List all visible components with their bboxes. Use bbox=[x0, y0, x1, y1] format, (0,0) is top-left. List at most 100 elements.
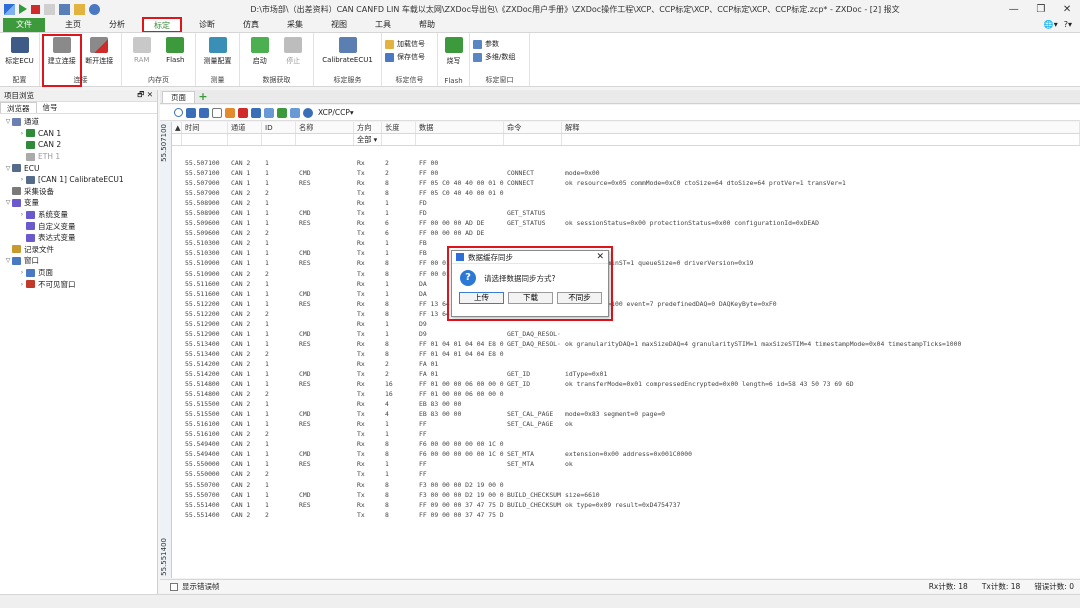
parameter-button[interactable]: 参数 bbox=[473, 39, 515, 49]
table-row[interactable]: 55.509600 CAN 1 1 RES Rx 6 FF 00 00 00 AD DE GE… bbox=[172, 218, 1080, 228]
filter-name[interactable] bbox=[296, 134, 354, 145]
tree-node[interactable]: ETH 1 bbox=[0, 151, 157, 163]
table-row[interactable]: 55.507100 CAN 2 1 Rx 2 FF 00 bbox=[172, 158, 1080, 168]
table-row[interactable]: 55.509600 CAN 2 2 Tx 6 FF 00 00 00 AD DE bbox=[172, 228, 1080, 238]
header-explanation[interactable]: 解释 bbox=[562, 122, 1080, 133]
table-row[interactable]: 55.516100 CAN 1 1 RES Rx 1 FF SET_CAL_PAGE ok bbox=[172, 419, 1080, 429]
tree-node[interactable]: ▽ 变量 bbox=[0, 197, 157, 209]
table-row[interactable]: 55.551400 CAN 1 1 RES Rx 8 FF 09 00 00 37 47 7… bbox=[172, 500, 1080, 510]
filter-explanation[interactable] bbox=[562, 134, 1080, 145]
expand-chevron-icon[interactable]: ▽ bbox=[4, 165, 12, 172]
list-icon[interactable] bbox=[264, 107, 274, 118]
expand-chevron-icon[interactable]: › bbox=[18, 211, 26, 218]
tab-calibration[interactable]: 标定 bbox=[142, 17, 182, 33]
tab-file[interactable]: 文件 bbox=[3, 18, 45, 32]
tree-node[interactable]: ▽ 通道 bbox=[0, 116, 157, 128]
filter-channel[interactable] bbox=[228, 134, 262, 145]
filter-time[interactable] bbox=[182, 134, 228, 145]
language-button[interactable]: 🌐▾ bbox=[1044, 20, 1058, 29]
table-row[interactable]: 55.550700 CAN 1 1 CMD Tx 8 F3 00 00 00 D2 19 0… bbox=[172, 490, 1080, 500]
close-button[interactable]: ✕ bbox=[1063, 4, 1071, 15]
tree-node[interactable]: 采集设备 bbox=[0, 186, 157, 198]
help-button[interactable]: ?▾ bbox=[1064, 20, 1072, 29]
table-row[interactable]: 55.550000 CAN 2 2 Tx 1 FF bbox=[172, 469, 1080, 479]
table-row[interactable]: 55.549400 CAN 2 1 Rx 8 F6 00 00 00 00 00 1C 0… bbox=[172, 439, 1080, 449]
table-row[interactable]: 55.514200 CAN 1 1 CMD Tx 2 FA 01 GET_ID idType=0… bbox=[172, 369, 1080, 379]
table-row[interactable]: 55.550700 CAN 2 1 Rx 8 F3 00 00 00 D2 19 00 0… bbox=[172, 480, 1080, 490]
dialog-close-button[interactable]: ✕ bbox=[596, 252, 604, 262]
highlight-icon[interactable] bbox=[199, 107, 209, 118]
tab-tools[interactable]: 工具 bbox=[365, 18, 401, 32]
tree-node[interactable]: ▽ ECU bbox=[0, 162, 157, 174]
tree-node[interactable]: ▽ 窗口 bbox=[0, 255, 157, 267]
upload-button[interactable]: 上传 bbox=[459, 292, 504, 304]
table-row[interactable]: 55.516100 CAN 2 2 Tx 1 FF bbox=[172, 429, 1080, 439]
no-sync-button[interactable]: 不同步 bbox=[557, 292, 602, 304]
table-row[interactable]: 55.510900 CAN 1 1 RES Rx 8 FF 00 01 00 ok maxBS… bbox=[172, 258, 1080, 268]
filter-command[interactable] bbox=[504, 134, 562, 145]
tab-view[interactable]: 视图 bbox=[321, 18, 357, 32]
bookmark-icon[interactable] bbox=[186, 107, 196, 118]
table-row[interactable]: 55.511600 CAN 2 1 Rx 1 DA bbox=[172, 279, 1080, 289]
table-row[interactable]: 55.508900 CAN 2 1 Rx 1 FD bbox=[172, 198, 1080, 208]
grid-icon[interactable] bbox=[290, 107, 300, 118]
protocol-select[interactable]: XCP/CCP▾ bbox=[318, 108, 354, 117]
search-icon[interactable] bbox=[174, 108, 183, 117]
tree-node[interactable]: › [CAN 1] CalibrateECU1 bbox=[0, 174, 157, 186]
table-row[interactable]: 55.550000 CAN 1 1 RES Rx 1 FF SET_MTA ok bbox=[172, 459, 1080, 469]
table-row[interactable]: 55.507100 CAN 1 1 CMD Tx 2 FF 00 CONNECT mode=0x… bbox=[172, 168, 1080, 178]
load-signal-button[interactable]: 加载信号 bbox=[385, 39, 425, 49]
restore-button[interactable]: ❐ bbox=[1036, 4, 1045, 15]
tree-node[interactable]: 记录文件 bbox=[0, 244, 157, 256]
table-row[interactable]: 55.511600 CAN 1 1 CMD Tx 1 DA bbox=[172, 289, 1080, 299]
table-row[interactable]: 55.512900 CAN 1 1 CMD Tx 1 D9 GET_DAQ_RESOL··· bbox=[172, 329, 1080, 339]
tab-help[interactable]: 帮助 bbox=[409, 18, 445, 32]
table-row[interactable]: 55.513400 CAN 1 1 RES Rx 8 FF 01 04 01 04 04 E… bbox=[172, 339, 1080, 349]
expand-chevron-icon[interactable]: › bbox=[18, 269, 26, 276]
save-signal-button[interactable]: 保存信号 bbox=[385, 52, 425, 62]
tab-home[interactable]: 主页 bbox=[55, 18, 91, 32]
header-command[interactable]: 命令 bbox=[504, 122, 562, 133]
header-channel[interactable]: 通道 bbox=[228, 122, 262, 133]
tree-node[interactable]: › CAN 1 bbox=[0, 128, 157, 140]
tree-node[interactable]: 自定义变量 bbox=[0, 220, 157, 232]
table-row[interactable]: 55.514800 CAN 1 1 RES Rx 16 FF 01 00 00 06 00 … bbox=[172, 379, 1080, 389]
multidim-array-button[interactable]: 多维/数组 bbox=[473, 52, 515, 62]
checkbox-dropdown-icon[interactable] bbox=[212, 107, 222, 118]
table-row[interactable]: 55.507900 CAN 2 2 Tx 8 FF 05 C0 40 40 00 01 0… bbox=[172, 188, 1080, 198]
header-time[interactable]: 时间 bbox=[182, 122, 228, 133]
filter-id[interactable] bbox=[262, 134, 296, 145]
table-row[interactable]: 55.515500 CAN 1 1 CMD Tx 4 EB 83 00 00 SET_CAL_… bbox=[172, 409, 1080, 419]
header-direction[interactable]: 方向 bbox=[354, 122, 382, 133]
color-icon[interactable] bbox=[225, 107, 235, 118]
filter-direction[interactable]: 全部 ▾ bbox=[354, 134, 382, 145]
filter-data[interactable] bbox=[416, 134, 504, 145]
jump-icon[interactable] bbox=[251, 107, 261, 118]
table-row[interactable]: 55.513400 CAN 2 2 Tx 8 FF 01 04 01 04 04 E8 0… bbox=[172, 349, 1080, 359]
download-button[interactable]: 下载 bbox=[508, 292, 553, 304]
header-data[interactable]: 数据 bbox=[416, 122, 504, 133]
clear-icon[interactable] bbox=[238, 107, 248, 118]
save-icon[interactable] bbox=[59, 3, 70, 15]
table-row[interactable]: 55.551400 CAN 2 2 Tx 8 FF 09 00 00 37 47 75 D… bbox=[172, 510, 1080, 520]
tab-browser[interactable]: 浏览器 bbox=[0, 102, 37, 113]
settings-icon[interactable] bbox=[89, 3, 100, 15]
expand-chevron-icon[interactable]: ▽ bbox=[4, 118, 12, 125]
tree-node[interactable]: › 不可见窗口 bbox=[0, 278, 157, 290]
tree-node[interactable]: CAN 2 bbox=[0, 139, 157, 151]
filter-length[interactable] bbox=[382, 134, 416, 145]
table-row[interactable]: 55.512200 CAN 1 1 RES Rx 8 FF 13 64 00 ok 2 max… bbox=[172, 299, 1080, 309]
table-row[interactable]: 55.507900 CAN 1 1 RES Rx 8 FF 05 C0 40 40 00 0… bbox=[172, 178, 1080, 188]
header-id[interactable]: ID bbox=[262, 122, 296, 133]
gear-icon[interactable] bbox=[303, 107, 313, 118]
tree-node[interactable]: › 页面 bbox=[0, 267, 157, 279]
table-row[interactable]: 55.514200 CAN 2 1 Rx 2 FA 01 bbox=[172, 359, 1080, 369]
open-icon[interactable] bbox=[74, 3, 85, 15]
table-row[interactable]: 55.508900 CAN 1 1 CMD Tx 1 FD GET_STATUS bbox=[172, 208, 1080, 218]
checkbox-box[interactable] bbox=[170, 582, 178, 591]
tab-simulation[interactable]: 仿真 bbox=[233, 18, 269, 32]
expand-chevron-icon[interactable]: › bbox=[18, 281, 26, 288]
tab-signal[interactable]: 信号 bbox=[37, 102, 64, 113]
expand-chevron-icon[interactable]: › bbox=[18, 130, 26, 137]
table-row[interactable]: 55.512900 CAN 2 1 Rx 1 D9 bbox=[172, 319, 1080, 329]
